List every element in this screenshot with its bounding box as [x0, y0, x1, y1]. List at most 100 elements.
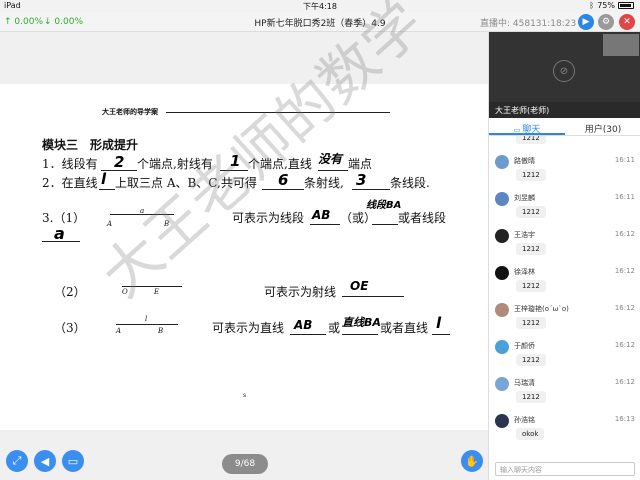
blank-line: [220, 170, 248, 171]
chat-time: 16:13: [614, 415, 635, 423]
battery-percent: 75%: [597, 1, 615, 10]
q3-3-text-b: 或: [328, 321, 341, 335]
raise-hand-icon[interactable]: ✋: [461, 450, 483, 472]
bluetooth-icon: ᛒ: [589, 1, 595, 10]
q3-3-text-c: 或者直线: [380, 321, 429, 335]
chat-time: 16:11: [614, 193, 635, 201]
gear-icon[interactable]: ⚙: [598, 14, 614, 30]
q2-text-a: 2．在直线: [42, 176, 98, 190]
tab-chat[interactable]: ▭ 聊天: [489, 118, 565, 135]
blank-line: [352, 189, 390, 190]
fullscreen-icon[interactable]: ⤢: [6, 450, 28, 472]
figure-label: E: [154, 288, 160, 296]
worksheet-page[interactable]: 大王老师的导学案 模块三 形成提升 1．线段有 2 个端点,射线有 1 个端点,…: [0, 84, 488, 430]
chat-message: 于颜侨 16:12 1212: [489, 340, 640, 377]
avatar[interactable]: [495, 340, 509, 354]
chat-bubble: 1212: [516, 317, 546, 329]
battery-icon: [618, 2, 634, 9]
blank-line: [290, 334, 326, 335]
handwriting-answer: AB: [312, 208, 331, 222]
teacher-name: 大王老师(老师): [489, 102, 640, 118]
avatar[interactable]: [495, 303, 509, 317]
chat-time: 16:12: [614, 267, 635, 275]
chat-username: 马瑞清: [514, 379, 535, 387]
live-timer: 直播中: 458131:18:23: [480, 19, 577, 29]
worksheet-header: 大王老师的导学案: [102, 107, 158, 116]
q1-text-a: 1．线段有: [42, 157, 98, 171]
q3-1-text-b: （或）: [340, 211, 377, 225]
handwriting-answer: 3: [356, 171, 367, 189]
chat-bubble: 1212: [516, 169, 546, 181]
chat-message: 王梓璇艳(o´ω`o) 16:12 1212: [489, 303, 640, 340]
figure-label: A: [116, 327, 122, 335]
battery-status: ᛒ 75%: [589, 1, 634, 10]
q3-1-text-a: 可表示为线段: [232, 211, 305, 225]
avatar[interactable]: [495, 155, 509, 169]
avatar[interactable]: [495, 377, 509, 391]
chat-username: 于颜侨: [514, 342, 535, 350]
app-top-bar: ↑ 0.00% ↓ 0.00% HP新七年脱口秀2班（春季）4.9 直播中: 4…: [0, 12, 640, 32]
page-indicator: 9/68: [222, 454, 268, 474]
blank-line: [342, 334, 378, 335]
avatar[interactable]: [495, 266, 509, 280]
teacher-video: ⊘: [489, 32, 640, 102]
panel-tabs: ▭ 聊天 用户(30): [489, 118, 640, 136]
avatar[interactable]: [495, 414, 509, 428]
chat-time: 16:12: [614, 304, 635, 312]
figure-ray: [122, 286, 182, 287]
handwriting-answer: 2: [114, 153, 125, 171]
handwriting-answer: 6: [278, 171, 289, 189]
chat-time: 16:11: [614, 156, 635, 164]
document-top-margin: [0, 32, 488, 84]
tab-label: 用户(30): [584, 125, 622, 135]
handwriting-answer: l: [436, 314, 442, 332]
q1-text-d: 端点: [348, 157, 373, 171]
figure-label: l: [145, 315, 148, 323]
figure-label: a: [140, 207, 145, 215]
chat-bubble: 1212: [516, 206, 546, 218]
tab-users[interactable]: 用户(30): [565, 118, 640, 135]
chat-time: 16:12: [614, 341, 635, 349]
megaphone-icon[interactable]: ◀: [34, 450, 56, 472]
chat-message: 徐泽林 16:12 1212: [489, 266, 640, 303]
avatar[interactable]: [495, 192, 509, 206]
handwriting-answer: a: [54, 224, 65, 243]
close-icon[interactable]: ✕: [619, 14, 635, 30]
q2-text-d: 条线段.: [390, 176, 430, 190]
q3-2-label: （2）: [54, 285, 86, 299]
chat-bubble: okok: [516, 428, 545, 440]
blank-line: [318, 170, 348, 171]
figure-label: O: [122, 288, 128, 296]
page-footer-mark: s: [243, 392, 247, 399]
blank-line: [262, 189, 304, 190]
handwriting-answer: 1: [230, 152, 241, 170]
section-title: 模块三 形成提升: [42, 138, 139, 152]
chat-bubble: 1212: [516, 243, 546, 255]
chat-username: 路傲晴: [514, 157, 535, 165]
chat-list[interactable]: 1212 路傲晴 16:11 1212 刘昱麟 16:11 1212 王浩宇 16:12 1212…: [489, 136, 640, 456]
chat-time: 16:12: [614, 230, 635, 238]
chat-message: 孙浩铭 16:13 okok: [489, 414, 640, 451]
q3-3-label: （3）: [54, 321, 86, 335]
camera-icon[interactable]: ▶: [578, 14, 594, 30]
handwriting-answer: l: [101, 170, 107, 188]
handwriting-answer: 直线BA: [342, 316, 381, 329]
chat-bubble: 1212: [516, 391, 546, 403]
chat-input[interactable]: 输入聊天内容: [495, 462, 635, 476]
figure-label: B: [158, 327, 164, 335]
chat-message: 马瑞清 16:12 1212: [489, 377, 640, 414]
avatar[interactable]: [495, 229, 509, 243]
chat-message: 路傲晴 16:11 1212: [489, 155, 640, 192]
chat-bubble: 1212: [516, 280, 546, 292]
blank-line: [342, 296, 404, 297]
blank-line: [432, 334, 450, 335]
chat-username: 刘昱麟: [514, 194, 535, 202]
chat-username: 王浩宇: [514, 231, 535, 239]
video-thumbnail[interactable]: [603, 34, 639, 56]
figure-label: B: [164, 220, 170, 228]
q3-2-text-a: 可表示为射线: [264, 285, 337, 299]
q3-3-text-a: 可表示为直线: [212, 321, 285, 335]
chat-bubble-icon[interactable]: ▭: [62, 450, 84, 472]
chat-message: 王浩宇 16:12 1212: [489, 229, 640, 266]
chat-username: 孙浩铭: [514, 416, 535, 424]
